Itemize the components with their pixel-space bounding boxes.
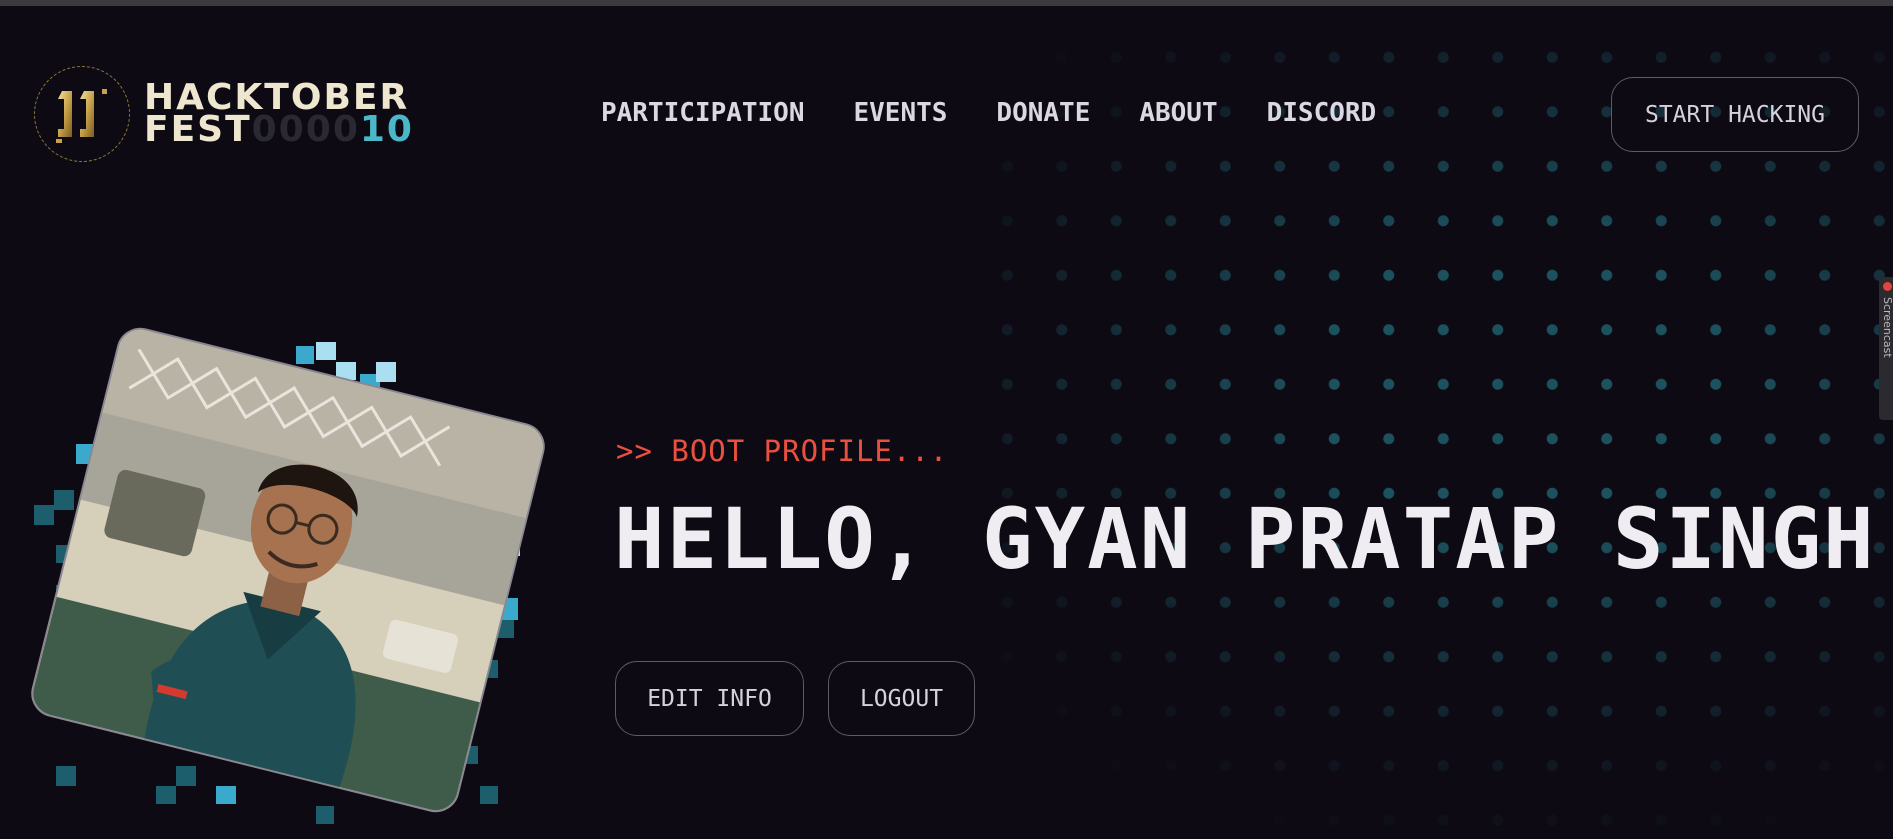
- screencast-label: Screencast: [1881, 297, 1893, 358]
- page: HACKTOBER FEST000010 PARTICIPATION EVENT…: [0, 0, 1893, 839]
- main-nav: PARTICIPATION EVENTS DONATE ABOUT DISCOR…: [601, 98, 1376, 132]
- nav-donate[interactable]: DONATE: [996, 98, 1090, 132]
- nav-participation[interactable]: PARTICIPATION: [601, 98, 805, 132]
- nav-discord[interactable]: DISCORD: [1267, 98, 1377, 132]
- screencast-side-tab[interactable]: Screencast: [1879, 277, 1893, 420]
- greeting-heading: HELLO, GYAN PRATAP SINGH: [614, 490, 1876, 588]
- logout-button[interactable]: LOGOUT: [828, 661, 975, 736]
- nav-events[interactable]: EVENTS: [854, 98, 948, 132]
- edit-info-button[interactable]: EDIT INFO: [615, 661, 804, 736]
- nav-about[interactable]: ABOUT: [1139, 98, 1217, 132]
- record-dot-icon: [1883, 282, 1892, 291]
- start-hacking-button[interactable]: START HACKING: [1611, 77, 1859, 152]
- boot-profile-text: >> BOOT PROFILE...: [616, 434, 949, 468]
